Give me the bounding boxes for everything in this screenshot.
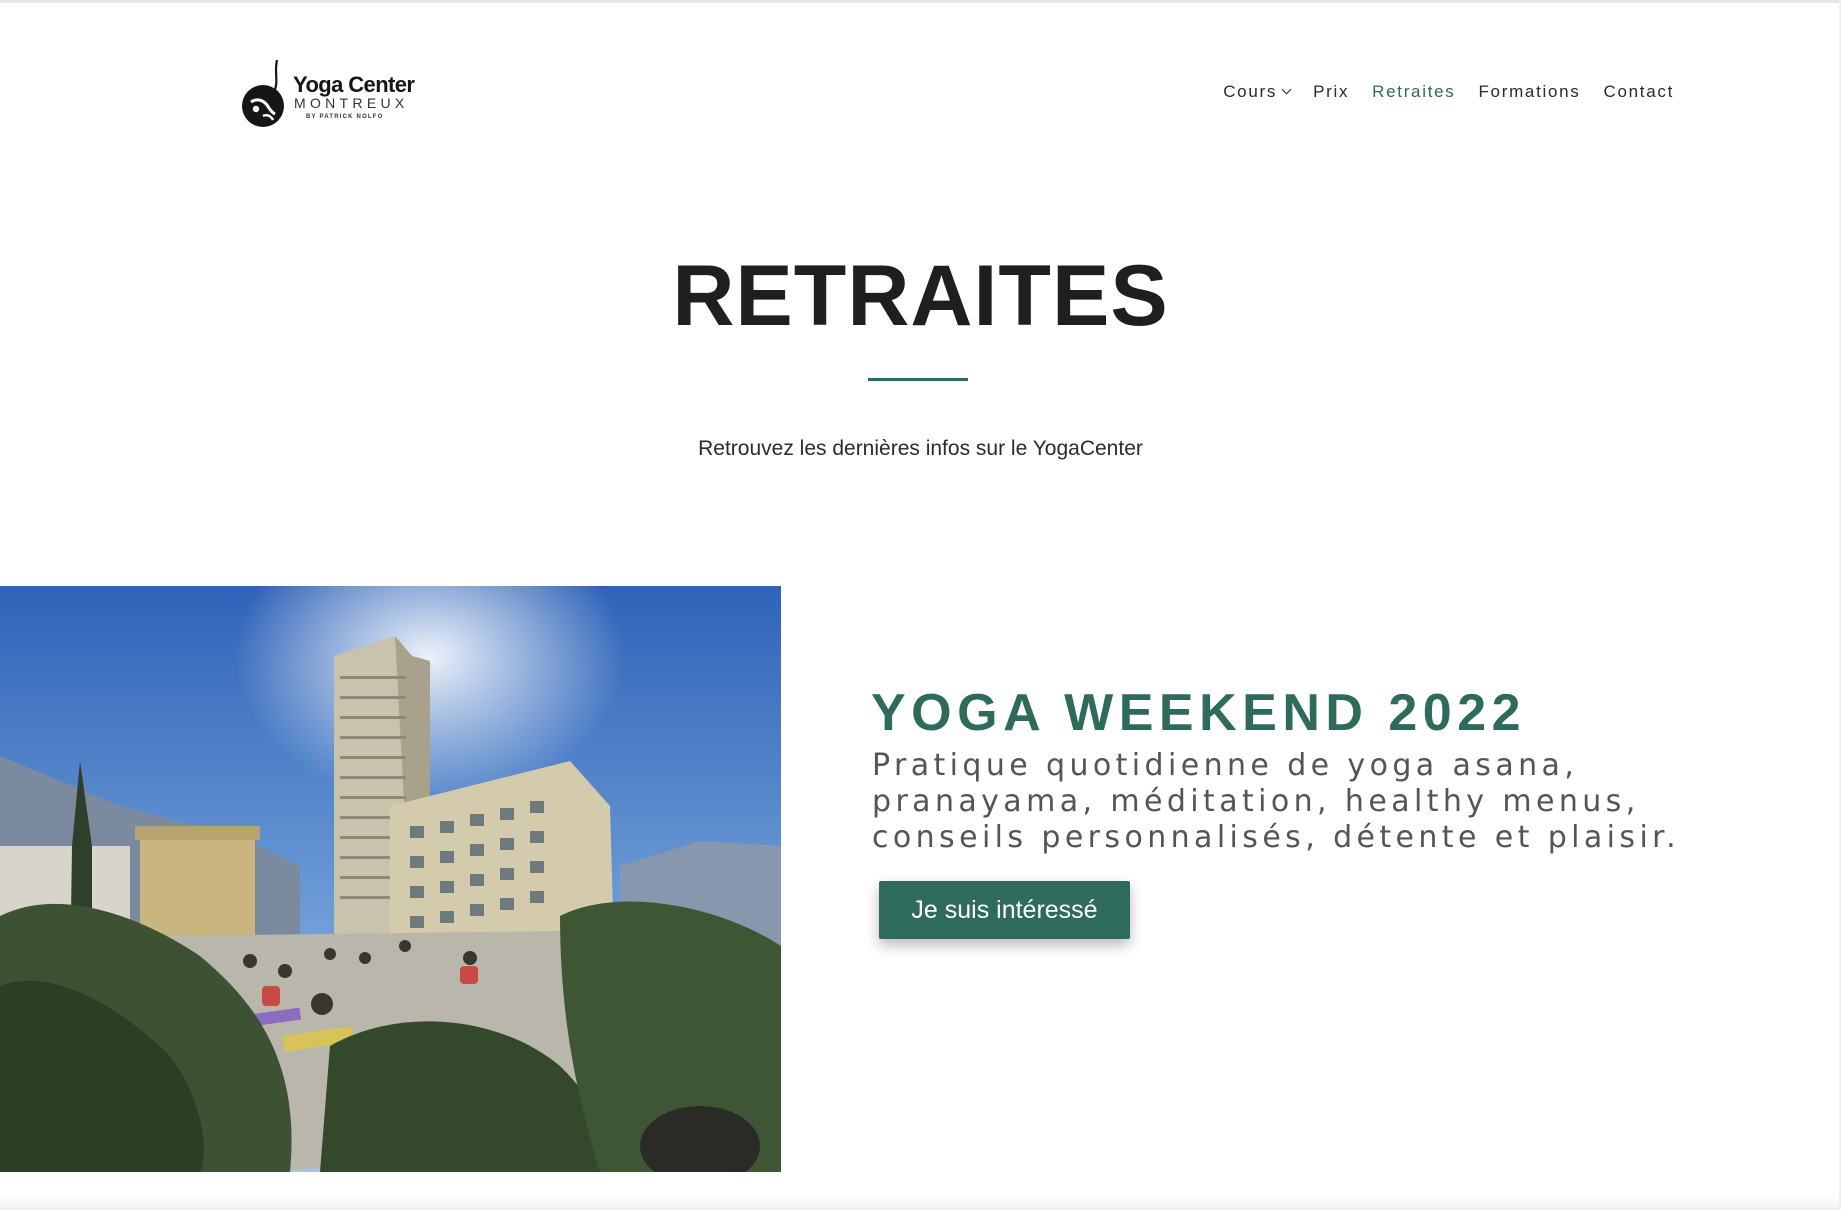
interested-button[interactable]: Je suis intéressé (879, 881, 1130, 939)
nav-item-prix[interactable]: Prix (1313, 82, 1349, 102)
nav-item-label: Formations (1478, 82, 1581, 101)
nav-item-label: Retraites (1372, 82, 1456, 101)
main-navigation: Cours Prix Retraites Formations Contact (1200, 82, 1674, 102)
page-subtitle: Retrouvez les dernières infos sur le Yog… (698, 437, 1143, 460)
nav-item-label: Contact (1603, 82, 1674, 101)
logo-byline: BY PATRICK NOLFO (306, 114, 384, 120)
nav-item-label: Cours (1223, 82, 1278, 101)
nav-item-cours[interactable]: Cours (1223, 82, 1292, 102)
title-divider (868, 378, 968, 381)
site-logo[interactable]: Yoga Center MONTREUX BY PATRICK NOLFO (241, 58, 431, 130)
logo-subtitle: MONTREUX (294, 95, 409, 111)
top-border (0, 0, 1841, 3)
nav-item-retraites[interactable]: Retraites (1372, 82, 1455, 102)
event-description: Pratique quotidienne de yoga asana, pran… (872, 748, 1681, 855)
section-bottom-edge (0, 1195, 1841, 1210)
nav-item-contact[interactable]: Contact (1604, 82, 1675, 102)
rooftop-yoga-photo (0, 586, 781, 1172)
chevron-down-icon (1281, 84, 1292, 94)
yoga-figure-logo-icon (242, 59, 284, 127)
nav-item-formations[interactable]: Formations (1478, 82, 1580, 102)
event-title: YOGA WEEKEND 2022 (871, 684, 1527, 742)
page-title: RETRAITES (672, 248, 1169, 344)
nav-item-label: Prix (1313, 82, 1350, 101)
